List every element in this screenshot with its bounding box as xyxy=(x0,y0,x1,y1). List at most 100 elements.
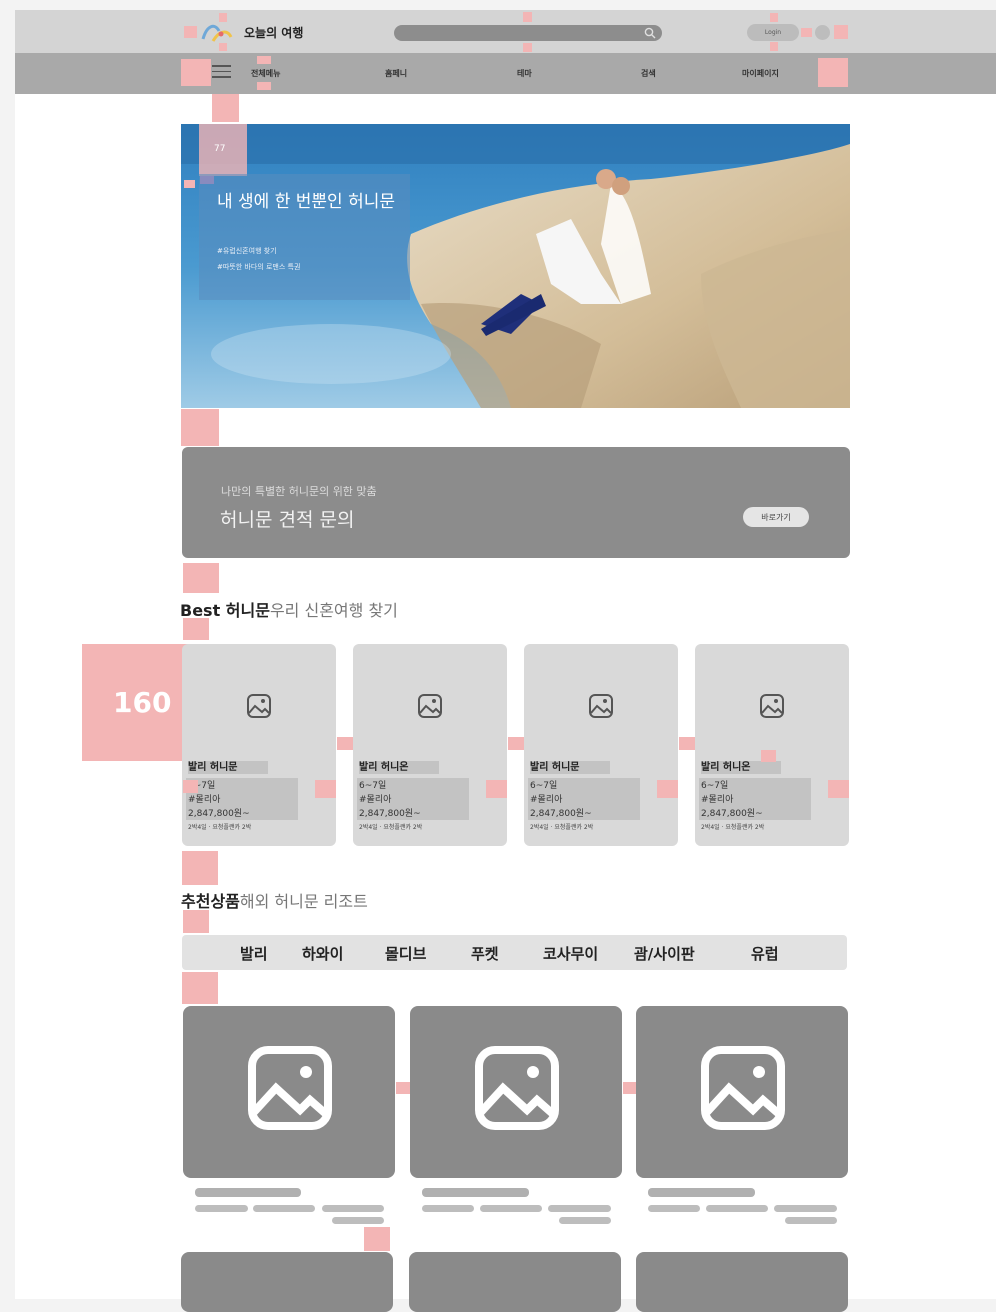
text-placeholder xyxy=(774,1205,837,1212)
card-price: 2,847,800원~ xyxy=(188,809,250,819)
best-card[interactable]: 발리 허니온 6~7일 #몰리아 2,847,800원~ 2박4일 · 요청플랜… xyxy=(695,644,849,846)
quote-subtitle: 나만의 특별한 허니문의 위한 맞춤 xyxy=(221,485,377,498)
product-card[interactable] xyxy=(410,1006,622,1178)
menu-icon[interactable] xyxy=(212,65,231,79)
spacing-marker xyxy=(396,1082,410,1094)
card-note: 2박4일 · 요청플랜카 2박 xyxy=(701,824,765,831)
spacing-marker xyxy=(257,56,271,64)
hero-title: 내 생에 한 번뿐인 허니문 xyxy=(217,192,396,212)
text-placeholder xyxy=(548,1205,611,1212)
spacing-marker xyxy=(219,43,227,51)
quote-banner[interactable] xyxy=(182,447,850,558)
nav-mypage[interactable]: 마이페이지 xyxy=(742,68,779,79)
logo-icon[interactable] xyxy=(199,21,235,45)
tab-koh-samui[interactable]: 코사무이 xyxy=(543,943,598,964)
tab-bali[interactable]: 발리 xyxy=(240,943,268,964)
nav-bar xyxy=(15,53,996,94)
card-title: 발리 허니문 xyxy=(188,761,268,774)
image-icon xyxy=(760,694,784,718)
text-placeholder xyxy=(559,1217,611,1224)
hero-tag[interactable]: #유럽신혼여행 찾기 xyxy=(217,246,277,256)
card-tag: #몰리아 xyxy=(359,795,392,805)
spacing-marker xyxy=(523,43,532,52)
card-note: 2박4일 · 요청플랜카 2박 xyxy=(530,824,594,831)
tab-maldives[interactable]: 몰디브 xyxy=(385,943,426,964)
text-placeholder xyxy=(648,1205,700,1212)
card-days: 6~7일 xyxy=(701,781,729,791)
login-button[interactable]: Login xyxy=(747,24,799,41)
spacing-marker xyxy=(770,13,778,22)
best-section-title: Best 허니문우리 신혼여행 찾기 xyxy=(180,597,398,621)
card-price: 2,847,800원~ xyxy=(359,809,421,819)
text-placeholder xyxy=(253,1205,315,1212)
text-placeholder xyxy=(195,1205,248,1212)
tab-europe[interactable]: 유럽 xyxy=(751,943,779,964)
spacing-marker xyxy=(834,25,848,39)
text-placeholder xyxy=(785,1217,837,1224)
nav-home[interactable]: 홈페니 xyxy=(385,68,407,79)
site-name[interactable]: 오늘의 여행 xyxy=(244,24,303,41)
spacing-marker xyxy=(364,1227,390,1251)
spacing-marker xyxy=(801,28,812,37)
card-title: 발리 허니온 xyxy=(359,761,439,774)
image-icon xyxy=(701,1046,785,1130)
spacing-marker xyxy=(182,851,218,885)
profile-icon[interactable] xyxy=(815,25,830,40)
nav-all-menu[interactable]: 전체메뉴 xyxy=(251,68,280,79)
spacing-marker xyxy=(183,618,209,640)
card-days: 6~7일 xyxy=(359,781,387,791)
quote-go-button[interactable]: 바로가기 xyxy=(743,507,809,527)
product-card[interactable] xyxy=(636,1006,848,1178)
spacing-marker xyxy=(257,82,271,90)
spacing-marker xyxy=(486,780,507,798)
best-card[interactable]: 발리 허니문 6~7일 #몰리아 2,847,800원~ 2박4일 · 요청플랜… xyxy=(182,644,336,846)
tab-hawaii[interactable]: 하와이 xyxy=(302,943,343,964)
spacing-marker xyxy=(770,42,778,51)
image-icon xyxy=(589,694,613,718)
tab-guam-saipan[interactable]: 괌/사이판 xyxy=(634,943,695,964)
hero-tag[interactable]: #따뜻한 바다의 로맨스 특권 xyxy=(217,262,300,272)
spacing-marker xyxy=(657,780,678,798)
image-icon xyxy=(248,1046,332,1130)
spacing-marker xyxy=(184,26,197,38)
nav-search[interactable]: 검색 xyxy=(641,68,656,79)
card-title: 발리 허니온 xyxy=(701,761,781,774)
text-placeholder xyxy=(422,1205,474,1212)
spacing-marker xyxy=(315,780,336,798)
card-note: 2박4일 · 요청플랜카 2박 xyxy=(188,824,252,831)
text-placeholder xyxy=(480,1205,542,1212)
card-tag: #몰리아 xyxy=(530,795,563,805)
product-card[interactable] xyxy=(636,1252,848,1312)
tab-phuket[interactable]: 푸켓 xyxy=(471,943,499,964)
spacing-marker xyxy=(818,58,848,87)
search-input[interactable] xyxy=(394,25,662,41)
text-placeholder xyxy=(706,1205,768,1212)
spacing-marker xyxy=(181,409,219,446)
card-days: 6~7일 xyxy=(530,781,558,791)
image-icon xyxy=(247,694,271,718)
spacing-marker xyxy=(761,750,776,762)
spacing-marker xyxy=(623,1082,636,1094)
spacing-marker xyxy=(679,737,695,750)
spacing-marker xyxy=(184,180,195,188)
product-card[interactable] xyxy=(181,1252,393,1312)
best-card[interactable]: 발리 허니문 6~7일 #몰리아 2,847,800원~ 2박4일 · 요청플랜… xyxy=(524,644,678,846)
image-icon xyxy=(418,694,442,718)
text-placeholder xyxy=(332,1217,384,1224)
card-price: 2,847,800원~ xyxy=(530,809,592,819)
card-tag: #몰리아 xyxy=(701,795,734,805)
spacing-marker xyxy=(828,780,849,798)
product-card[interactable] xyxy=(409,1252,621,1312)
card-title: 발리 허니문 xyxy=(530,761,610,774)
spacing-marker xyxy=(523,12,532,22)
text-placeholder xyxy=(322,1205,384,1212)
image-icon xyxy=(475,1046,559,1130)
spacing-marker xyxy=(337,737,353,750)
spacing-marker xyxy=(183,780,198,793)
search-icon[interactable] xyxy=(644,27,656,39)
spacing-marker xyxy=(219,13,227,22)
product-card[interactable] xyxy=(183,1006,395,1178)
best-card[interactable]: 발리 허니온 6~7일 #몰리아 2,847,800원~ 2박4일 · 요청플랜… xyxy=(353,644,507,846)
nav-theme[interactable]: 테마 xyxy=(517,68,532,79)
text-placeholder xyxy=(422,1188,529,1197)
